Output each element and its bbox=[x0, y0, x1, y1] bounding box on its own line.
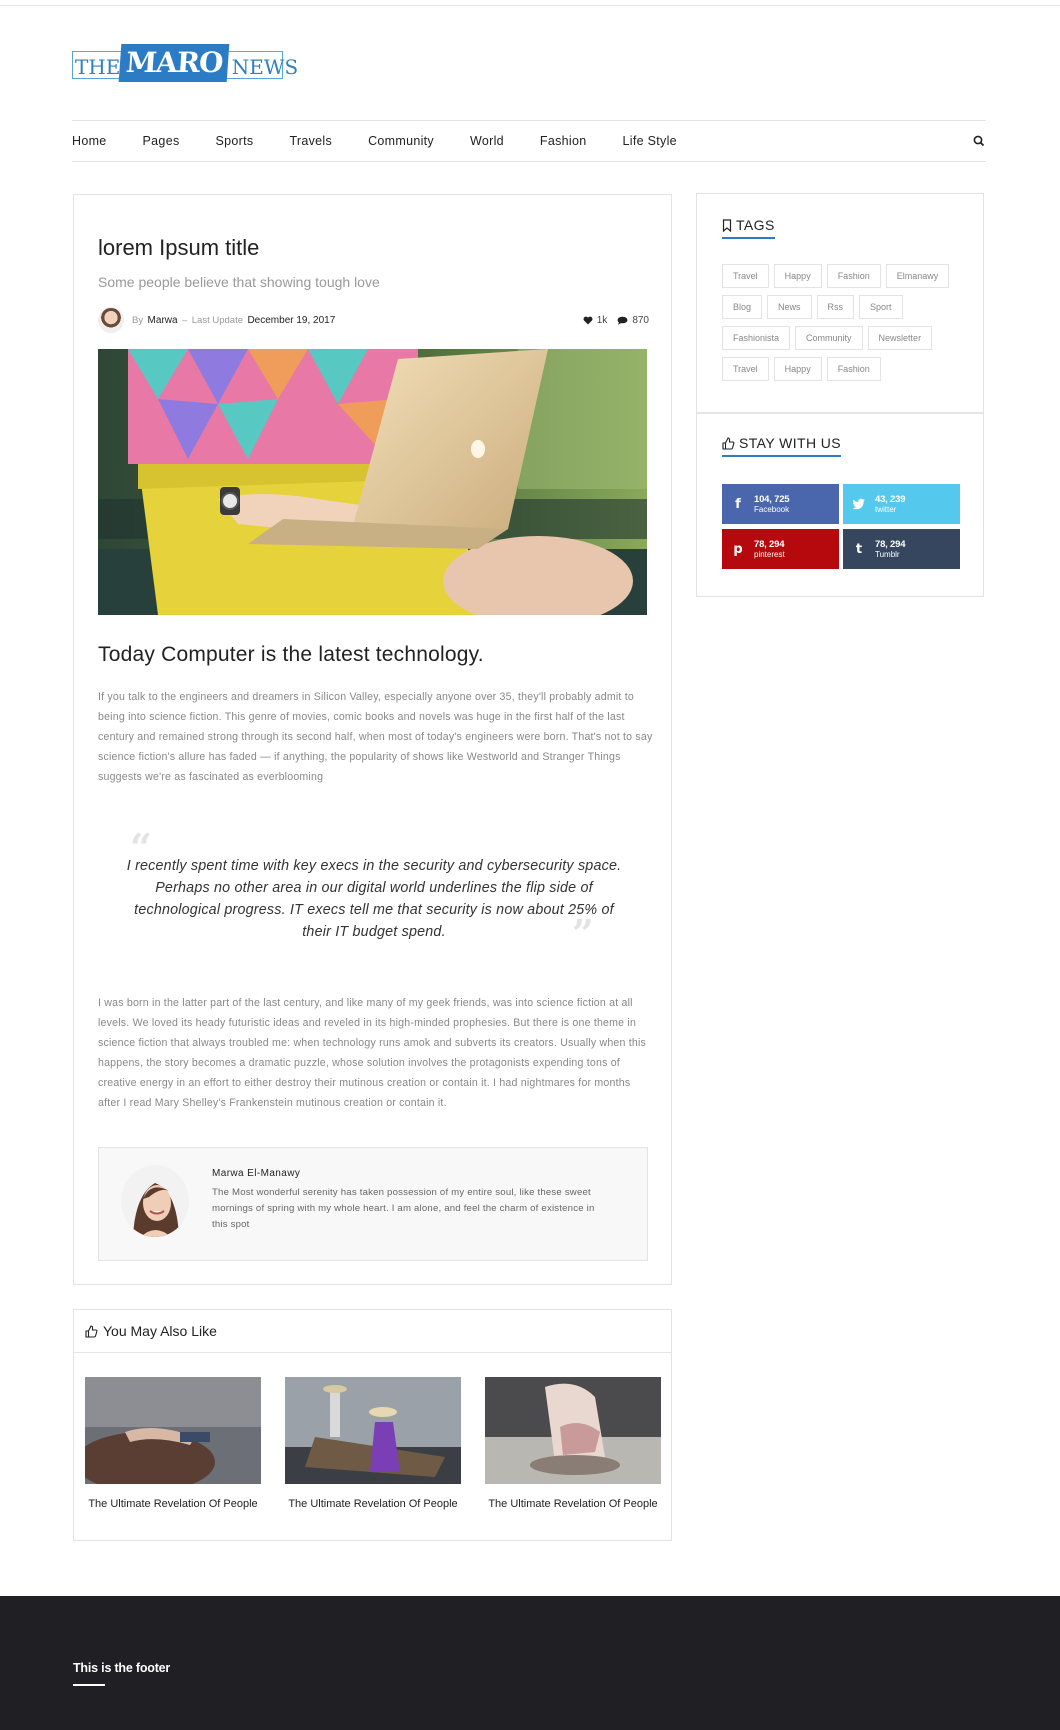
tag-link[interactable]: Travel bbox=[722, 357, 769, 381]
related-posts: You May Also Like The Ultimate Revelatio… bbox=[73, 1309, 672, 1541]
author-avatar-small[interactable] bbox=[98, 307, 124, 333]
tag-link[interactable]: Happy bbox=[773, 264, 822, 288]
logo-text-news: NEWS bbox=[231, 55, 299, 79]
twitter-icon bbox=[852, 498, 865, 510]
article-stats: 1k 870 bbox=[583, 315, 649, 326]
twitter-button[interactable]: 43, 239 twitter bbox=[843, 484, 960, 524]
tag-link[interactable]: Fashion bbox=[826, 357, 881, 381]
related-thumbnail[interactable] bbox=[75, 1377, 261, 1492]
by-label: By bbox=[132, 314, 144, 326]
author-avatar[interactable] bbox=[121, 1165, 189, 1237]
article-date: December 19, 2017 bbox=[247, 314, 336, 326]
nav-item-fashion[interactable]: Fashion bbox=[540, 134, 587, 148]
tumblr-label: Tumblr bbox=[875, 550, 900, 559]
nav-item-community[interactable]: Community bbox=[368, 134, 434, 148]
bookmark-icon bbox=[722, 218, 732, 232]
tag-link[interactable]: Community bbox=[795, 326, 863, 350]
sidebar-divider bbox=[697, 412, 983, 414]
article-subtitle: Some people believe that showing tough l… bbox=[98, 274, 380, 290]
meta-separator: – bbox=[182, 314, 188, 326]
nav-item-sports[interactable]: Sports bbox=[216, 134, 254, 148]
comments-icon[interactable] bbox=[617, 316, 628, 325]
tumblr-icon: t bbox=[855, 541, 863, 557]
article-paragraph-1: If you talk to the engineers and dreamer… bbox=[98, 691, 653, 783]
nav-item-home[interactable]: Home bbox=[72, 134, 107, 148]
tag-link[interactable]: Happy bbox=[773, 357, 822, 381]
stay-widget-title: STAY WITH US bbox=[722, 435, 842, 457]
related-title: You May Also Like bbox=[103, 1323, 217, 1339]
related-thumbnail[interactable] bbox=[285, 1377, 461, 1484]
pinterest-count: 78, 294 bbox=[754, 539, 785, 550]
twitter-label: twitter bbox=[875, 505, 897, 514]
tags-title: TAGS bbox=[736, 217, 775, 233]
article-paragraph-2: I was born in the latter part of the las… bbox=[98, 997, 647, 1109]
heart-icon[interactable] bbox=[583, 316, 593, 325]
article-meta: By Marwa – Last Update December 19, 2017… bbox=[98, 307, 649, 333]
nav-item-life-style[interactable]: Life Style bbox=[622, 134, 676, 148]
logo-text-maro: MARO bbox=[119, 44, 231, 82]
site-footer: This is the footer bbox=[0, 1596, 1060, 1730]
tag-link[interactable]: Travel bbox=[722, 264, 769, 288]
quote-close-icon: ” bbox=[572, 911, 594, 956]
footer-title: This is the footer bbox=[73, 1661, 171, 1675]
related-item[interactable]: The Ultimate Revelation Of People bbox=[285, 1377, 461, 1510]
tag-link[interactable]: News bbox=[767, 295, 812, 319]
tag-link[interactable]: Elmanawy bbox=[885, 264, 950, 288]
nav-item-travels[interactable]: Travels bbox=[289, 134, 332, 148]
logo-text-the: THE bbox=[75, 55, 121, 79]
pinterest-label: pinterest bbox=[754, 550, 785, 559]
related-thumbnail[interactable] bbox=[485, 1377, 661, 1484]
related-item[interactable]: The Ultimate Revelation Of People bbox=[75, 1377, 261, 1510]
facebook-count: 104, 725 bbox=[754, 494, 790, 505]
pinterest-button[interactable]: p 78, 294 pinterest bbox=[722, 529, 839, 569]
site-logo[interactable]: THE MARO NEWS bbox=[72, 42, 299, 82]
article-heading: Today Computer is the latest technology. bbox=[98, 643, 484, 666]
twitter-count: 43, 239 bbox=[875, 494, 906, 505]
related-caption[interactable]: The Ultimate Revelation Of People bbox=[485, 1498, 661, 1510]
tags-widget-title: TAGS bbox=[722, 217, 775, 239]
nav-item-pages[interactable]: Pages bbox=[143, 134, 180, 148]
thumbs-up-icon bbox=[85, 1324, 98, 1338]
search-icon[interactable] bbox=[972, 134, 986, 148]
top-divider bbox=[0, 5, 1060, 6]
footer-underline bbox=[73, 1684, 105, 1686]
tag-link[interactable]: Fashion bbox=[826, 264, 881, 288]
comments-count: 870 bbox=[632, 314, 649, 326]
tag-link[interactable]: Sport bbox=[859, 295, 903, 319]
related-caption[interactable]: The Ultimate Revelation Of People bbox=[285, 1498, 461, 1510]
last-update-label: Last Update bbox=[191, 314, 243, 326]
article-blockquote: I recently spent time with key execs in … bbox=[126, 858, 622, 940]
sidebar: TAGS Travel Happy Fashion Elmanawy Blog … bbox=[696, 193, 984, 597]
facebook-label: Facebook bbox=[754, 505, 790, 514]
tag-link[interactable]: Blog bbox=[722, 295, 763, 319]
facebook-button[interactable]: f 104, 725 Facebook bbox=[722, 484, 839, 524]
stay-title: STAY WITH US bbox=[739, 435, 842, 451]
tumblr-count: 78, 294 bbox=[875, 539, 906, 550]
author-name[interactable]: Marwa El-Manawy bbox=[212, 1168, 300, 1179]
likes-count: 1k bbox=[596, 314, 608, 326]
tag-link[interactable]: Rss bbox=[816, 295, 855, 319]
author-bio: The Most wonderful serenity has taken po… bbox=[212, 1187, 595, 1230]
author-link[interactable]: Marwa bbox=[148, 315, 178, 326]
thumbs-up-icon bbox=[722, 436, 735, 450]
tumblr-button[interactable]: t 78, 294 Tumblr bbox=[843, 529, 960, 569]
main-navigation: Home Pages Sports Travels Community Worl… bbox=[72, 120, 986, 162]
nav-item-world[interactable]: World bbox=[470, 134, 504, 148]
tag-link[interactable]: Newsletter bbox=[867, 326, 933, 350]
tag-link[interactable]: Fashionista bbox=[722, 326, 791, 350]
tags-cloud: Travel Happy Fashion Elmanawy Blog News … bbox=[722, 264, 962, 388]
pinterest-icon: p bbox=[733, 541, 743, 557]
related-item[interactable]: The Ultimate Revelation Of People bbox=[485, 1377, 661, 1510]
article-title: lorem Ipsum title bbox=[98, 235, 260, 260]
article-card: lorem Ipsum title Some people believe th… bbox=[73, 194, 672, 1285]
article-hero-image bbox=[98, 349, 647, 615]
facebook-icon: f bbox=[735, 496, 741, 512]
related-caption[interactable]: The Ultimate Revelation Of People bbox=[85, 1498, 261, 1510]
related-header: You May Also Like bbox=[74, 1310, 671, 1353]
author-bio-box: Marwa El-Manawy The Most wonderful seren… bbox=[98, 1147, 648, 1261]
